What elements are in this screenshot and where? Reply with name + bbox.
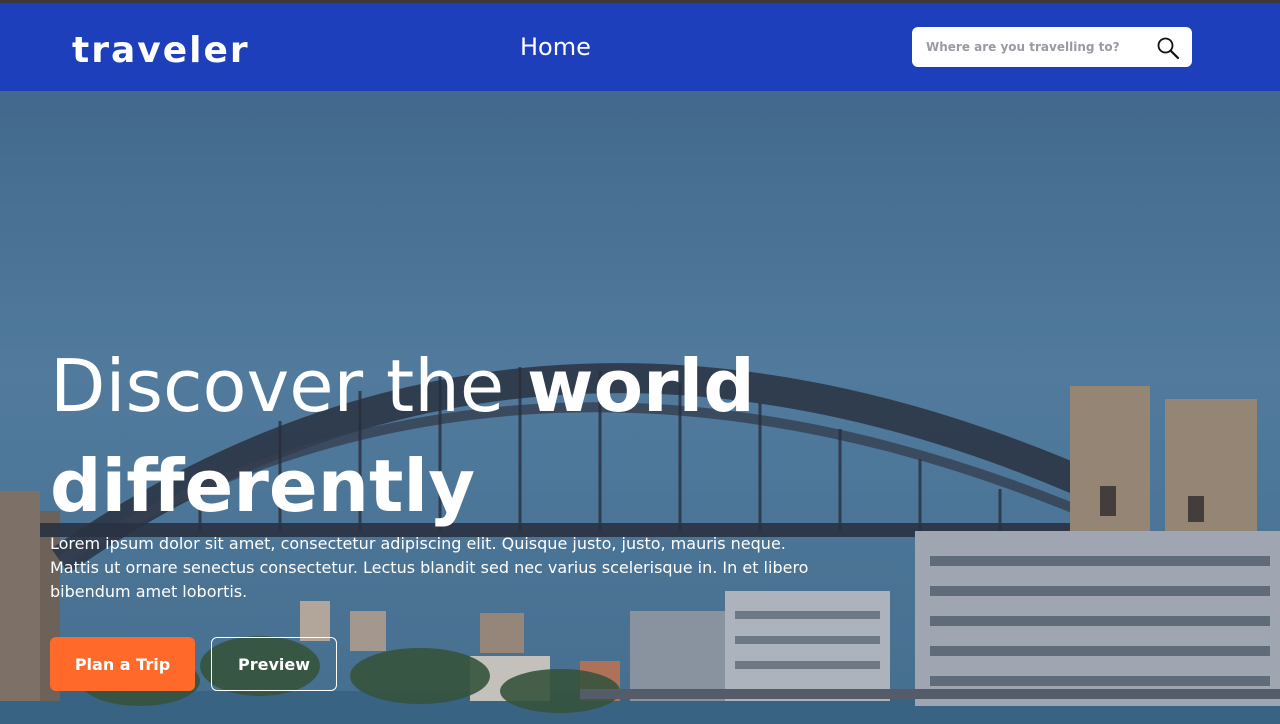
plan-trip-button[interactable]: Plan a Trip <box>50 637 195 691</box>
hero-headline: Discover the world differently <box>50 336 830 536</box>
search-bar <box>912 27 1192 67</box>
search-icon[interactable] <box>1156 36 1180 60</box>
navbar: traveler Home <box>0 3 1280 91</box>
hero-description: Lorem ipsum dolor sit amet, consectetur … <box>50 534 809 601</box>
preview-button[interactable]: Preview <box>211 637 337 691</box>
headline-bold-text: world <box>527 344 755 428</box>
search-input[interactable] <box>924 31 1148 63</box>
nav-link-home[interactable]: Home <box>520 31 591 63</box>
hero-section: Discover the world differently Lorem ips… <box>0 91 1280 724</box>
logo[interactable]: traveler <box>72 9 250 69</box>
headline-second-line: differently <box>50 444 476 528</box>
headline-light-text: Discover the <box>50 344 528 428</box>
